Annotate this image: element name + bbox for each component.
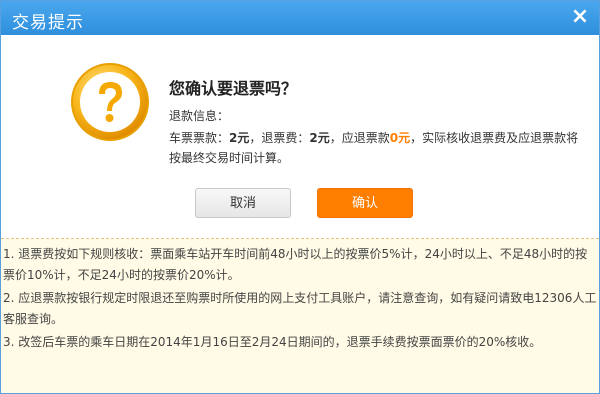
due-value: 0元 <box>389 131 411 145</box>
due-label: ，应退票款 <box>329 131 390 145</box>
question-mark-icon <box>71 63 149 141</box>
ticket-refund-label: 车票票款： <box>169 131 230 145</box>
fee-label: ，退票费： <box>249 131 310 145</box>
rule-item: 1. 退票费按如下规则核收：票面乘车站开车时间前48小时以上的按票价5%计，24… <box>3 247 588 282</box>
rule-item: 3. 改签后车票的乘车日期在2014年1月16日至2月24日期间的，退票手续费按… <box>3 335 542 349</box>
refund-rules: 1. 退票费按如下规则核收：票面乘车站开车时间前48小时以上的按票价5%计，24… <box>1 239 599 393</box>
ticket-refund-value: 2元 <box>229 131 250 145</box>
dialog-titlebar: 交易提示 × <box>1 1 599 35</box>
refund-confirm-dialog: 交易提示 × 您确认要退票吗？ 退款信息： 车票票款：2元，退票费：2元，应退票… <box>0 0 600 394</box>
dialog-title: 交易提示 <box>12 13 84 33</box>
refund-detail: 车票票款：2元，退票费：2元，应退票款0元，实际核收退票费及应退票款将按最终交易… <box>169 128 579 168</box>
cancel-button[interactable]: 取消 <box>195 188 291 218</box>
confirm-question: 您确认要退票吗？ <box>169 79 298 98</box>
refund-info-label: 退款信息： <box>169 109 230 123</box>
confirm-button[interactable]: 确认 <box>317 188 413 218</box>
rule-item: 2. 应退票款按银行规定时限退还至购票时所使用的网上支付工具账户，请注意查询，如… <box>3 291 597 326</box>
fee-value: 2元 <box>309 131 330 145</box>
close-icon[interactable]: × <box>569 5 591 29</box>
